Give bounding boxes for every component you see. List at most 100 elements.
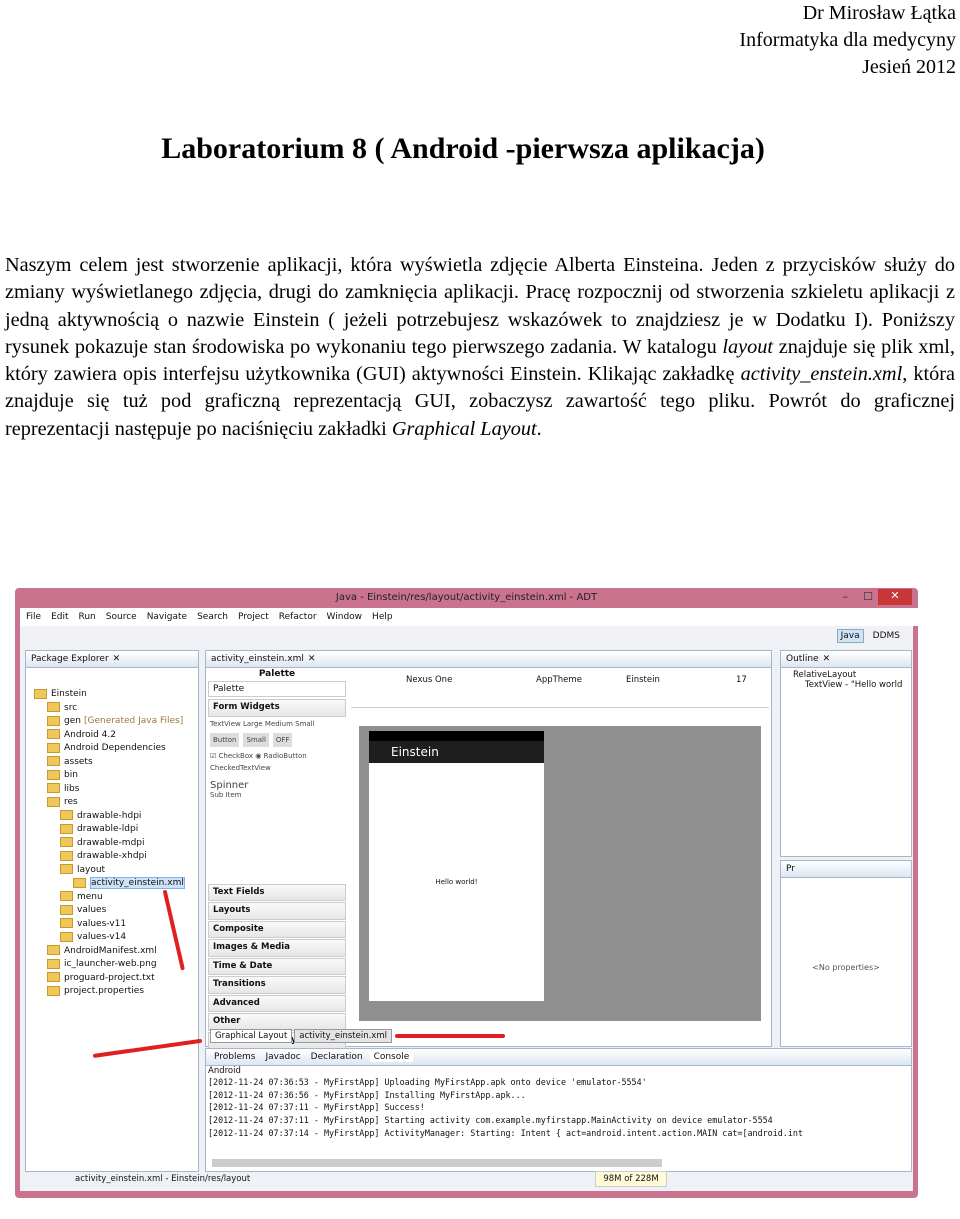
- minimize-icon[interactable]: –: [843, 590, 849, 603]
- term: Jesień 2012: [862, 56, 956, 78]
- folder-icon: [47, 742, 60, 753]
- outline-item[interactable]: RelativeLayout: [793, 670, 899, 680]
- tree-item-label: src: [64, 702, 78, 713]
- console-line: [2012-11-24 07:37:11 - MyFirstApp] Succe…: [208, 1102, 425, 1113]
- close-icon[interactable]: ✕: [878, 589, 912, 605]
- tab-javadoc[interactable]: Javadoc: [262, 1052, 303, 1062]
- tab-problems[interactable]: Problems: [211, 1052, 258, 1062]
- text: .: [536, 417, 542, 440]
- tree-item[interactable]: Einstein: [26, 688, 198, 702]
- outline-panel: Outline ✕ RelativeLayout TextView - "Hel…: [780, 650, 912, 857]
- palette-category[interactable]: Time & Date: [208, 957, 346, 975]
- tree-item[interactable]: drawable-xhdpi: [26, 850, 198, 864]
- outline-item[interactable]: TextView - "Hello world: [793, 680, 902, 690]
- tab-package-explorer[interactable]: Package Explorer ✕: [26, 651, 198, 668]
- document-header: Dr Mirosław Łątka Informatyka dla medycy…: [739, 0, 956, 81]
- palette-category[interactable]: Layouts: [208, 902, 346, 920]
- menu-refactor[interactable]: Refactor: [279, 612, 317, 622]
- tree-item[interactable]: drawable-hdpi: [26, 810, 198, 824]
- spinner-widget[interactable]: Spinner: [210, 780, 344, 791]
- folder-icon: [47, 702, 60, 712]
- folder-icon: [47, 985, 60, 996]
- perspective-java[interactable]: Java: [836, 629, 864, 643]
- folder-icon: [60, 891, 73, 901]
- tab-properties[interactable]: Pr: [781, 861, 911, 878]
- folder-icon: [73, 877, 86, 888]
- tree-item[interactable]: proguard-project.txt: [26, 972, 198, 986]
- tree-item[interactable]: libs: [26, 783, 198, 797]
- theme-dropdown[interactable]: AppTheme: [536, 675, 582, 685]
- menu-window[interactable]: Window: [327, 612, 363, 622]
- radio-widget[interactable]: RadioButton: [264, 752, 307, 760]
- folder-icon: [47, 945, 60, 955]
- tree-item[interactable]: drawable-mdpi: [26, 837, 198, 851]
- folder-icon: [47, 769, 60, 780]
- console-output: [2012-11-24 07:36:53 - MyFirstApp] Uploa…: [206, 1076, 911, 1139]
- activity-dropdown[interactable]: Einstein: [626, 675, 660, 685]
- folder-icon: [60, 837, 73, 847]
- api-dropdown[interactable]: 17: [736, 675, 747, 685]
- tree-item[interactable]: activity_einstein.xml: [26, 877, 198, 891]
- palette-category[interactable]: Text Fields: [208, 883, 346, 901]
- hello-textview[interactable]: Hello world!: [369, 878, 544, 886]
- palette-category[interactable]: Images & Media: [208, 939, 346, 957]
- palette-category[interactable]: Transitions: [208, 976, 346, 994]
- textview-sizes[interactable]: TextView Large Medium Small: [210, 720, 344, 728]
- menu-help[interactable]: Help: [372, 612, 393, 622]
- tree-item[interactable]: ic_launcher-web.png: [26, 958, 198, 972]
- menu-navigate[interactable]: Navigate: [147, 612, 187, 622]
- toggle-widget[interactable]: OFF: [272, 732, 293, 747]
- menu-search[interactable]: Search: [197, 612, 228, 622]
- tree-item-label: libs: [64, 783, 80, 794]
- console-line: [2012-11-24 07:37:11 - MyFirstApp] Start…: [208, 1115, 773, 1126]
- menu-source[interactable]: Source: [106, 612, 137, 622]
- tab-console[interactable]: Console: [369, 1052, 414, 1062]
- palette-category[interactable]: Form Widgets: [208, 699, 346, 717]
- tree-item[interactable]: res: [26, 796, 198, 810]
- folder-icon: [60, 850, 73, 861]
- palette-category[interactable]: Other: [208, 1013, 346, 1031]
- tab-graphical-layout[interactable]: Graphical Layout: [210, 1029, 293, 1043]
- tree-item[interactable]: project.properties: [26, 985, 198, 999]
- menu-run[interactable]: Run: [79, 612, 96, 622]
- tab-outline[interactable]: Outline ✕: [781, 651, 911, 668]
- palette-category[interactable]: Advanced: [208, 994, 346, 1012]
- tree-item[interactable]: AndroidManifest.xml: [26, 945, 198, 959]
- palette-category[interactable]: Composite: [208, 920, 346, 938]
- tab-activity-einstein[interactable]: activity_einstein.xml ✕: [206, 651, 771, 668]
- tree-item[interactable]: layout: [26, 864, 198, 878]
- device-dropdown[interactable]: Nexus One: [406, 675, 452, 685]
- tree-item[interactable]: assets: [26, 756, 198, 770]
- tab-xml-source[interactable]: activity_einstein.xml: [294, 1029, 392, 1043]
- folder-icon: [47, 796, 60, 807]
- button-widget[interactable]: Button: [210, 732, 240, 747]
- menu-project[interactable]: Project: [238, 612, 269, 622]
- course: Informatyka dla medycyny: [739, 29, 956, 51]
- intro-paragraph: Naszym celem jest stworzenie aplikacji, …: [5, 252, 955, 443]
- tab-label: Pr: [786, 864, 795, 874]
- tree-item[interactable]: Android 4.2: [26, 729, 198, 743]
- editor-toolbar: Nexus One AppTheme Einstein 17: [351, 669, 769, 708]
- ide-screenshot: Java - Einstein/res/layout/activity_eins…: [15, 588, 919, 1198]
- tree-item[interactable]: menu: [26, 891, 198, 905]
- tree-item[interactable]: drawable-ldpi: [26, 823, 198, 837]
- menu-edit[interactable]: Edit: [51, 612, 68, 622]
- small-button-widget[interactable]: Small: [243, 732, 269, 747]
- console-line: [2012-11-24 07:36:53 - MyFirstApp] Uploa…: [208, 1077, 647, 1087]
- tree-item[interactable]: Android Dependencies: [26, 742, 198, 756]
- palette-dropdown[interactable]: Palette: [208, 681, 346, 697]
- perspective-ddms[interactable]: DDMS: [870, 629, 903, 643]
- checkbox-widget[interactable]: CheckBox: [219, 752, 254, 760]
- tree-item[interactable]: gen [Generated Java Files]: [26, 715, 198, 729]
- tree-item[interactable]: src: [26, 702, 198, 716]
- maximize-icon[interactable]: ☐: [863, 590, 873, 603]
- annotation-arrow: [395, 1034, 505, 1038]
- tree-item[interactable]: bin: [26, 769, 198, 783]
- tab-declaration[interactable]: Declaration: [308, 1052, 366, 1062]
- menu-file[interactable]: File: [26, 612, 41, 622]
- app-title: Einstein: [369, 741, 544, 763]
- horizontal-scrollbar[interactable]: [212, 1159, 662, 1167]
- tree-item-label: values: [77, 905, 107, 915]
- tree-item-label: activity_einstein.xml: [90, 877, 185, 889]
- checked-textview-widget[interactable]: CheckedTextView: [210, 764, 344, 772]
